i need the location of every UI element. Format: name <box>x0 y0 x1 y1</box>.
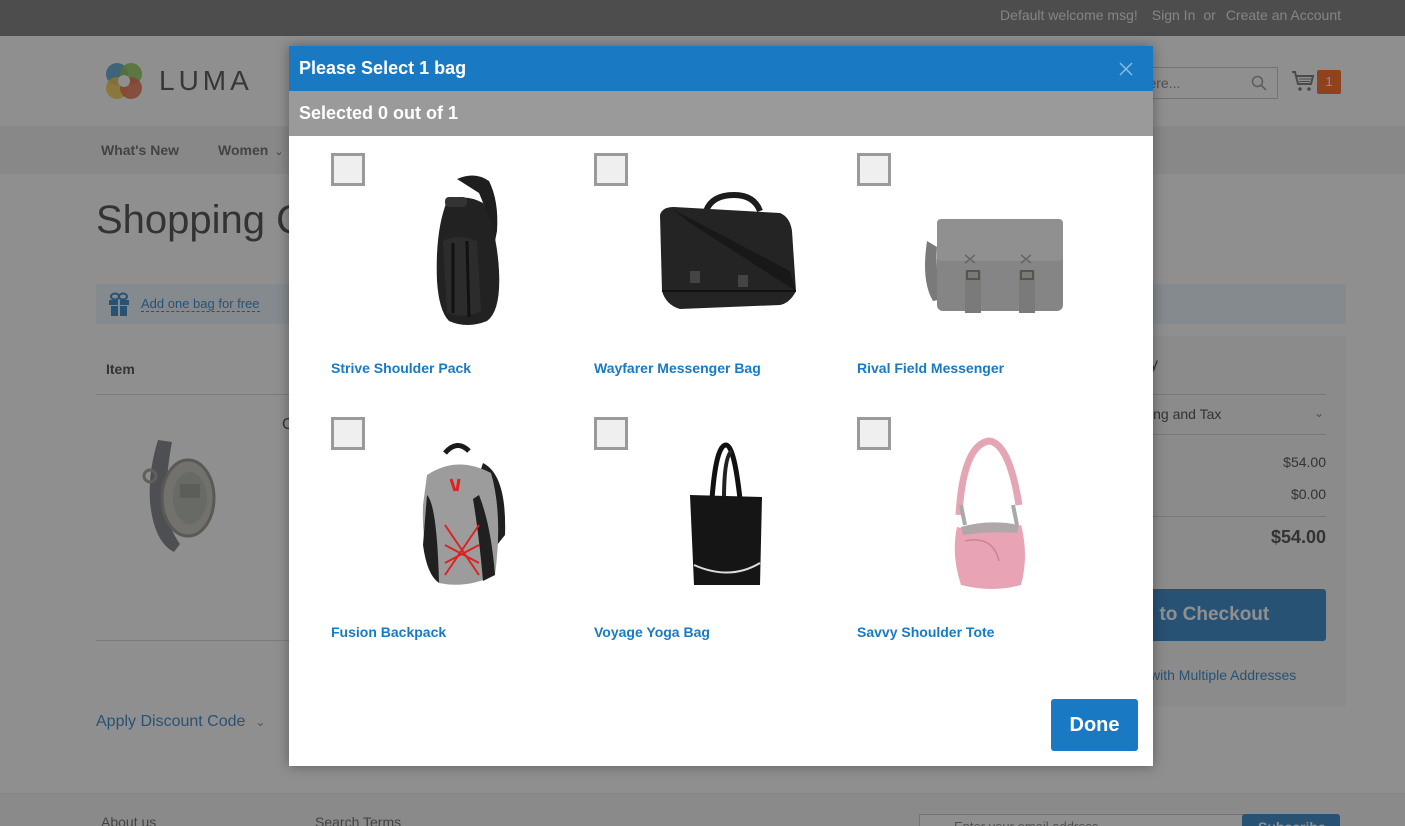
product-name-link[interactable]: Strive Shoulder Pack <box>331 360 471 376</box>
selection-counter-bar: Selected 0 out of 1 <box>289 91 1153 136</box>
product-name-link[interactable]: Savvy Shoulder Tote <box>857 624 994 640</box>
product-image-black-messenger-bag[interactable] <box>650 171 800 331</box>
product-card: Fusion Backpack <box>331 417 571 657</box>
product-image-black-tote[interactable] <box>650 435 800 595</box>
product-image-black-sling-backpack[interactable] <box>387 171 537 331</box>
selection-counter: Selected 0 out of 1 <box>299 103 459 123</box>
product-name-link[interactable]: Wayfarer Messenger Bag <box>594 360 761 376</box>
product-image-gray-canvas-messenger[interactable] <box>913 171 1063 331</box>
product-image-gray-red-backpack[interactable] <box>387 435 537 595</box>
product-name-link[interactable]: Voyage Yoga Bag <box>594 624 710 640</box>
product-checkbox[interactable] <box>857 153 891 186</box>
product-name-link[interactable]: Rival Field Messenger <box>857 360 1004 376</box>
modal-title: Please Select 1 bag <box>299 58 467 78</box>
product-card: Savvy Shoulder Tote <box>857 417 1097 657</box>
modal-header: Please Select 1 bag <box>289 46 1153 91</box>
product-checkbox[interactable] <box>331 417 365 450</box>
product-checkbox[interactable] <box>857 417 891 450</box>
product-card: Strive Shoulder Pack <box>331 153 571 393</box>
product-card: Wayfarer Messenger Bag <box>594 153 834 393</box>
product-card: Voyage Yoga Bag <box>594 417 834 657</box>
product-image-pink-shoulder-bag[interactable] <box>913 435 1063 595</box>
close-icon[interactable] <box>1119 62 1133 76</box>
product-checkbox[interactable] <box>594 417 628 450</box>
done-button[interactable]: Done <box>1051 699 1138 751</box>
product-name-link[interactable]: Fusion Backpack <box>331 624 446 640</box>
product-checkbox[interactable] <box>331 153 365 186</box>
select-bag-modal: Please Select 1 bag Selected 0 out of 1 … <box>289 46 1153 766</box>
product-card: Rival Field Messenger <box>857 153 1097 393</box>
product-checkbox[interactable] <box>594 153 628 186</box>
